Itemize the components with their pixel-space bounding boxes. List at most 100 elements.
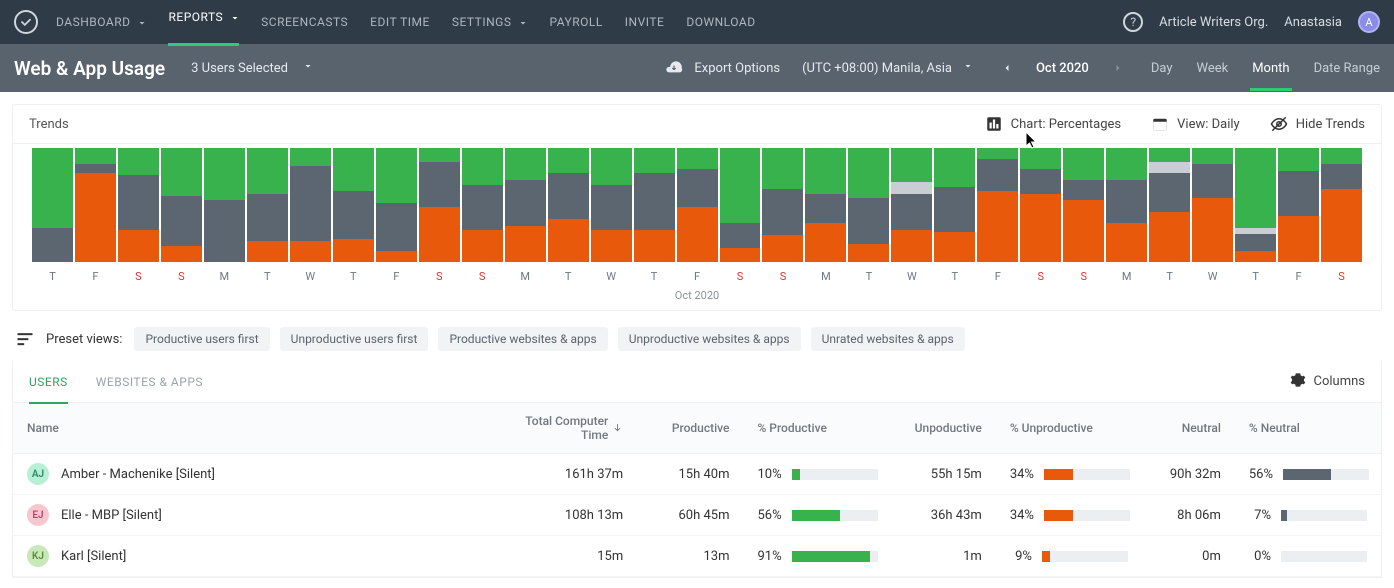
chart-day-col[interactable] [504,148,547,262]
chart-day-col[interactable] [117,148,160,262]
range-tab-day[interactable]: Day [1151,46,1173,91]
chart-day-col[interactable] [847,148,890,262]
chart-day-col[interactable] [74,148,117,262]
col-name[interactable]: Name [13,403,491,454]
org-name[interactable]: Article Writers Org. [1159,15,1268,30]
chart-day-col[interactable] [418,148,461,262]
chart-day-col[interactable] [461,148,504,262]
chart-segment-prod [934,148,975,187]
col--productive[interactable]: % Productive [743,403,889,454]
preset-productive-websites-apps[interactable]: Productive websites & apps [438,327,607,351]
nav-screencasts[interactable]: SCREENCASTS [261,15,348,29]
productive-time-cell: 13m [637,536,743,577]
export-label: Export Options [694,61,780,76]
col--unproductive[interactable]: % Unproductive [996,403,1142,454]
chart-day-col[interactable] [933,148,976,262]
x-tick: S [719,270,762,283]
view-granularity-toggle[interactable]: View: Daily [1151,115,1240,133]
hide-trends-button[interactable]: Hide Trends [1270,115,1365,133]
chart-segment-neu [634,173,675,230]
chart-day-col[interactable] [31,148,74,262]
nav-settings[interactable]: SETTINGS [452,15,528,29]
chart-segment-prod [1321,148,1362,164]
chart-segment-prod [848,148,889,198]
x-tick: S [117,270,160,283]
table-tab-users[interactable]: USERS [29,361,68,403]
range-tab-date-range[interactable]: Date Range [1314,46,1380,91]
chart-day-col[interactable] [547,148,590,262]
table-row[interactable]: AJAmber - Machenike [Silent]161h 37m15h … [13,454,1381,495]
chart-day-col[interactable] [633,148,676,262]
preset-unproductive-websites-apps[interactable]: Unproductive websites & apps [618,327,801,351]
user-name[interactable]: Anastasia [1284,15,1342,30]
chart-segment-neu [1063,180,1104,201]
columns-button[interactable]: Columns [1290,372,1366,392]
chart-day-col[interactable] [976,148,1019,262]
app-logo[interactable] [14,10,38,34]
table-row[interactable]: EJElle - MBP [Silent]108h 13m60h 45m56%3… [13,495,1381,536]
chart-day-col[interactable] [375,148,418,262]
chart-day-col[interactable] [804,148,847,262]
chart-segment-unp [75,173,116,262]
chart-day-col[interactable] [1234,148,1277,262]
nav-download[interactable]: DOWNLOAD [686,15,755,29]
chart-segment-neu [161,196,202,246]
neutral-time-cell: 90h 32m [1142,454,1235,495]
chart-day-col[interactable] [1277,148,1320,262]
chart-segment-neu [1106,180,1147,223]
chart-day-col[interactable] [1148,148,1191,262]
preset-unproductive-users-first[interactable]: Unproductive users first [280,327,429,351]
preset-productive-users-first[interactable]: Productive users first [134,327,269,351]
table-tab-websites-apps[interactable]: WEBSITES & APPS [96,361,203,403]
chart-day-col[interactable] [719,148,762,262]
sort-icon[interactable] [14,328,36,350]
chart-day-col[interactable] [1019,148,1062,262]
range-tab-week[interactable]: Week [1196,46,1228,91]
chart-day-col[interactable] [1062,148,1105,262]
col-neutral[interactable]: Neutral [1142,403,1235,454]
chart-segment-prod [118,148,159,175]
chart-day-col[interactable] [761,148,804,262]
chart-day-col[interactable] [890,148,933,262]
col-productive[interactable]: Productive [637,403,743,454]
users-selected-label: 3 Users Selected [191,61,288,76]
range-tab-month[interactable]: Month [1252,46,1289,91]
chart-day-col[interactable] [203,148,246,262]
chart-segment-prod [720,148,761,223]
chart-day-col[interactable] [332,148,375,262]
chart-segment-neu [848,198,889,244]
chart-day-col[interactable] [590,148,633,262]
timezone-dropdown[interactable]: (UTC +08:00) Manila, Asia [802,60,974,76]
next-period-button [1107,57,1129,79]
chart-day-col[interactable] [160,148,203,262]
chart-day-col[interactable] [1191,148,1234,262]
chart-segment-neu [891,194,932,230]
table-row[interactable]: KJKarl [Silent]15m13m91%1m9%0m0% [13,536,1381,577]
nav-invite[interactable]: INVITE [625,15,665,29]
help-icon[interactable]: ? [1123,12,1143,32]
x-tick: W [890,270,933,283]
col-total-computer-time[interactable]: Total Computer Time [491,403,637,454]
chart-segment-neu [1278,171,1319,217]
prev-period-button[interactable] [996,57,1018,79]
preset-unrated-websites-apps[interactable]: Unrated websites & apps [811,327,965,351]
export-options-button[interactable]: Export Options [664,58,780,78]
col-unpoductive[interactable]: Unpoductive [890,403,996,454]
nav-dashboard[interactable]: DASHBOARD [56,15,146,29]
chart-segment-prod [805,148,846,194]
chart-day-col[interactable] [676,148,719,262]
nav-payroll[interactable]: PAYROLL [549,15,602,29]
col--neutral[interactable]: % Neutral [1235,403,1381,454]
chart-day-col[interactable] [1320,148,1363,262]
chart-segment-prod [1149,148,1190,162]
chart-day-col[interactable] [246,148,289,262]
chart-day-col[interactable] [1105,148,1148,262]
nav-reports[interactable]: REPORTS [168,10,239,34]
x-tick: S [761,270,804,283]
nav-edit-time[interactable]: EDIT TIME [370,15,430,29]
chart-mode-toggle[interactable]: Chart: Percentages [985,115,1121,133]
users-selected-dropdown[interactable]: 3 Users Selected [191,60,314,76]
chart-day-col[interactable] [289,148,332,262]
user-avatar[interactable]: A [1358,11,1380,33]
x-tick: T [847,270,890,283]
